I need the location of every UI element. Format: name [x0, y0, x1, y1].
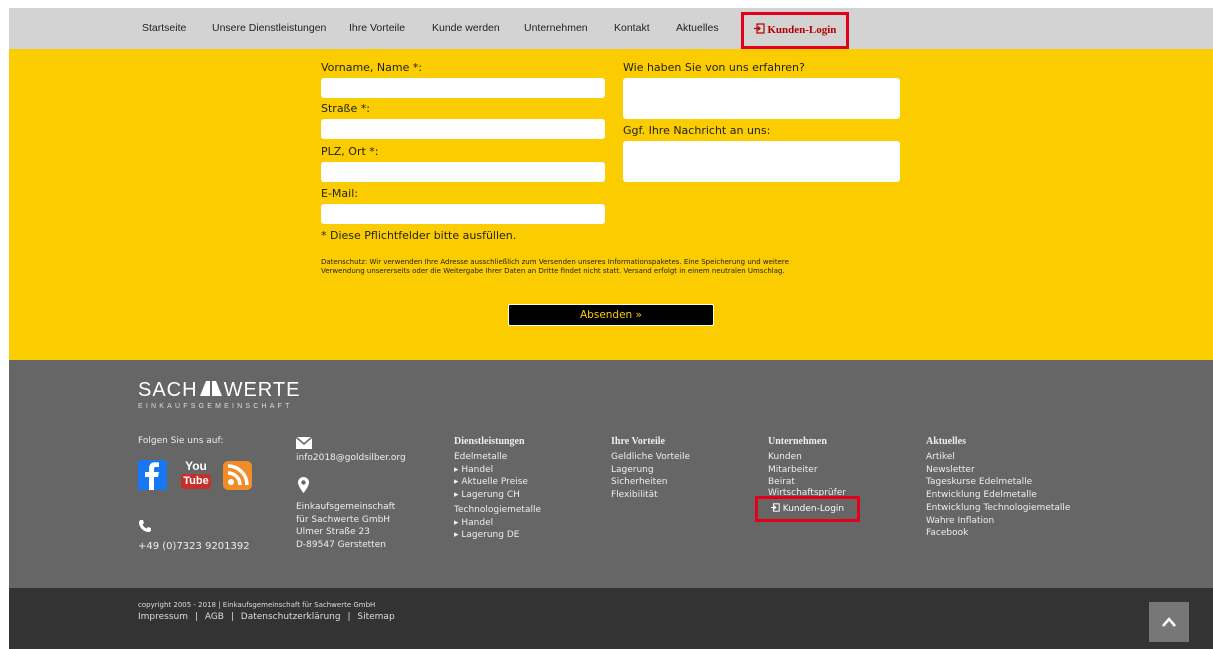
- message-label: Ggf. Ihre Nachricht an uns:: [623, 124, 771, 137]
- news-item[interactable]: Newsletter: [926, 464, 1070, 477]
- contact-address: Einkaufsgemeinschaft für Sachwerte GmbH …: [296, 501, 395, 552]
- nav-aktuelles[interactable]: Aktuelles: [676, 8, 719, 49]
- nav-startseite[interactable]: Startseite: [142, 8, 186, 49]
- nav-dienstleistungen[interactable]: Unsere Dienstleistungen: [212, 8, 326, 49]
- address-line: Einkaufsgemeinschaft: [296, 502, 396, 512]
- services-item[interactable]: ▸ Handel: [454, 464, 541, 477]
- logo-left: SACH: [138, 379, 198, 401]
- company-item[interactable]: Kunden: [768, 451, 818, 464]
- email-label: E-Mail:: [321, 187, 358, 200]
- link-separator: |: [230, 612, 234, 622]
- address-line: D-89547 Gerstetten: [296, 540, 386, 551]
- contact-form: Vorname, Name *: Straße *: PLZ, Ort *: E…: [9, 49, 1213, 360]
- nav-kunden-login[interactable]: Kunden-Login: [741, 12, 849, 49]
- location-pin-icon: [298, 477, 309, 497]
- news-item[interactable]: Tageskurse Edelmetalle: [926, 476, 1070, 489]
- rss-icon[interactable]: [223, 461, 252, 490]
- source-label: Wie haben Sie von uns erfahren?: [623, 61, 805, 74]
- benefits-list: Geldliche Vorteile Lagerung Sicherheiten…: [611, 451, 690, 502]
- nav-unternehmen[interactable]: Unternehmen: [524, 8, 588, 49]
- scroll-top-button[interactable]: [1149, 602, 1189, 642]
- message-textarea[interactable]: [623, 141, 900, 182]
- street-input[interactable]: [321, 119, 605, 139]
- news-item[interactable]: Facebook: [926, 527, 1070, 540]
- footer-kunden-login[interactable]: Kunden-Login: [755, 496, 860, 522]
- news-heading: Aktuelles: [926, 436, 966, 447]
- nav-vorteile[interactable]: Ihre Vorteile: [349, 8, 405, 49]
- benefits-heading: Ihre Vorteile: [611, 436, 665, 447]
- news-item[interactable]: Entwicklung Edelmetalle: [926, 489, 1070, 502]
- address-line: für Sachwerte GmbH: [296, 514, 391, 525]
- phone-number[interactable]: +49 (0)7323 9201392: [138, 540, 250, 553]
- name-label: Vorname, Name *:: [321, 61, 423, 74]
- follow-label: Folgen Sie uns auf:: [138, 436, 224, 446]
- services-heading: Dienstleistungen: [454, 436, 525, 447]
- services-list: Edelmetalle ▸ Handel ▸ Aktuelle Preise ▸…: [454, 451, 541, 542]
- submit-button[interactable]: Absenden »: [508, 304, 714, 326]
- privacy-line-1: Datenschutz: Wir verwenden Ihre Adresse …: [321, 258, 789, 266]
- facebook-icon[interactable]: [138, 460, 167, 490]
- news-item[interactable]: Artikel: [926, 451, 1070, 464]
- link-separator: |: [347, 612, 351, 622]
- services-item[interactable]: Technologiemetalle: [454, 504, 541, 517]
- name-input[interactable]: [321, 78, 605, 98]
- contact-email[interactable]: info2018@goldsilber.org: [296, 452, 406, 465]
- footer-login-icon: [770, 503, 783, 514]
- legal-links: Impressum | AGB | Datenschutzerklärung |…: [138, 612, 395, 622]
- logo-mark-icon: [199, 379, 222, 402]
- street-label: Straße *:: [321, 102, 370, 115]
- envelope-icon: [295, 434, 313, 453]
- benefits-item[interactable]: Lagerung: [611, 464, 690, 477]
- footer: SACH WERTE EINKAUFSGEMEINSCHAFT Folgen Si…: [9, 360, 1213, 588]
- logo-right: WERTE: [223, 379, 301, 401]
- privacy-line-2: Verwendung unsererseits oder die Weiterg…: [321, 267, 785, 275]
- news-list: Artikel Newsletter Tageskurse Edelmetall…: [926, 451, 1070, 540]
- link-sitemap[interactable]: Sitemap: [357, 612, 394, 622]
- company-heading: Unternehmen: [768, 436, 827, 447]
- link-impressum[interactable]: Impressum: [138, 612, 188, 622]
- link-datenschutz[interactable]: Datenschutzerklärung: [241, 612, 341, 622]
- news-item[interactable]: Entwicklung Technologiemetalle: [926, 502, 1070, 515]
- nav-kontakt[interactable]: Kontakt: [614, 8, 650, 49]
- city-label: PLZ, Ort *:: [321, 145, 379, 158]
- benefits-item[interactable]: Flexibilität: [611, 489, 690, 502]
- youtube-top-text: You: [185, 459, 207, 473]
- privacy-notice: Datenschutz: Wir verwenden Ihre Adresse …: [321, 258, 921, 276]
- news-item[interactable]: Wahre Inflation: [926, 515, 1070, 528]
- services-item[interactable]: ▸ Aktuelle Preise: [454, 476, 541, 489]
- company-item-partially-hidden[interactable]: Wirtschaftsprüfer: [768, 487, 846, 496]
- services-item[interactable]: ▸ Lagerung DE: [454, 529, 541, 542]
- link-separator: |: [194, 612, 198, 622]
- address-line: Ulmer Straße 23: [296, 527, 370, 538]
- email-input[interactable]: [321, 204, 605, 224]
- chevron-up-icon: [1162, 617, 1176, 627]
- source-textarea[interactable]: [623, 78, 900, 119]
- nav-kunden-login-label: Kunden-Login: [767, 24, 837, 36]
- logo[interactable]: SACH WERTE: [138, 379, 300, 402]
- login-icon: [753, 23, 768, 36]
- bottom-bar: copyright 2005 - 2018 | Einkaufsgemeinsc…: [9, 588, 1213, 649]
- company-list: Kunden Mitarbeiter Beirat: [768, 451, 818, 489]
- services-item[interactable]: ▸ Handel: [454, 517, 541, 530]
- nav-kunde-werden[interactable]: Kunde werden: [432, 8, 500, 49]
- services-item[interactable]: ▸ Lagerung CH: [454, 489, 541, 502]
- services-item[interactable]: Edelmetalle: [454, 451, 541, 464]
- link-agb[interactable]: AGB: [205, 612, 224, 622]
- required-note: * Diese Pflichtfelder bitte ausfüllen.: [321, 229, 517, 242]
- phone-icon: [138, 518, 152, 537]
- youtube-bottom-text: Tube: [181, 474, 211, 489]
- youtube-icon[interactable]: You Tube: [181, 460, 211, 492]
- benefits-item[interactable]: Geldliche Vorteile: [611, 451, 690, 464]
- copyright: copyright 2005 - 2018 | Einkaufsgemeinsc…: [138, 601, 376, 609]
- city-input[interactable]: [321, 162, 605, 182]
- company-item[interactable]: Mitarbeiter: [768, 464, 818, 477]
- logo-subtitle: EINKAUFSGEMEINSCHAFT: [138, 403, 293, 410]
- footer-login-label: Kunden-Login: [782, 504, 845, 514]
- benefits-item[interactable]: Sicherheiten: [611, 476, 690, 489]
- main-navigation: Startseite Unsere Dienstleistungen Ihre …: [9, 8, 1213, 49]
